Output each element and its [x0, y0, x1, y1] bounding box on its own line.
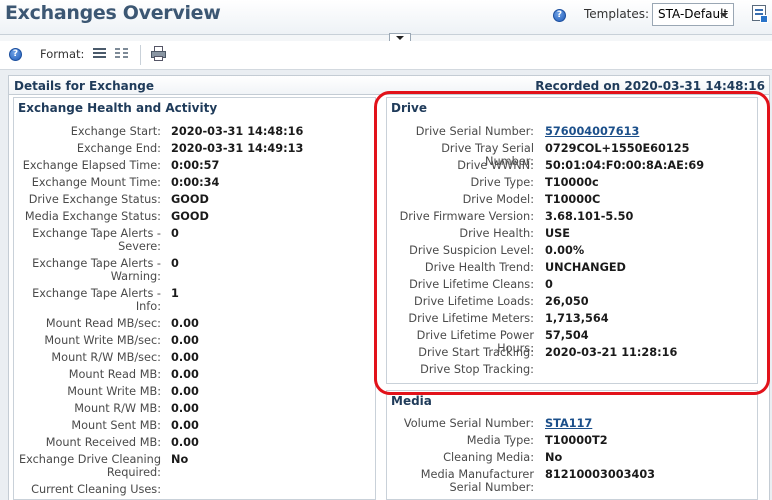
media-field-value: No — [545, 451, 563, 464]
media-field-label: Media Manufacturer Serial Number: — [420, 468, 534, 494]
media-title: Media — [391, 394, 432, 408]
exchange-field-label: Mount Read MB: — [68, 368, 161, 381]
drive-field-label: Drive Model: — [462, 193, 534, 206]
drive-field-value: 0729COL+1550E60125 — [545, 142, 690, 155]
drive-field-value: T10000c — [545, 176, 599, 189]
drive-field-value: USE — [545, 227, 571, 240]
page-header: Exchanges Overview ? Templates: STA-Defa… — [0, 0, 772, 34]
exchange-field-value: 0.00 — [171, 402, 199, 415]
exchange-field-label: Exchange Start: — [70, 125, 161, 138]
drive-field-value[interactable]: 576004007613 — [545, 125, 639, 138]
exchange-field-value: GOOD — [171, 210, 209, 223]
exchange-field-label: Media Exchange Status: — [24, 210, 161, 223]
drive-panel: Drive Drive Serial Number: 576004007613 Dr… — [386, 97, 758, 384]
exchange-field-label: Exchange Tape Alerts - Severe: — [32, 227, 161, 253]
exchange-field-value: 0.00 — [171, 436, 199, 449]
exchange-field-value: 0:00:34 — [171, 176, 220, 189]
exchange-field-value: 1 — [171, 287, 179, 300]
recorded-on-text: Recorded on 2020-03-31 14:48:16 — [535, 79, 765, 93]
drive-title: Drive — [391, 101, 427, 115]
toolbar: ? Format: — [0, 41, 772, 69]
exchange-field-label: Mount Write MB/sec: — [44, 334, 161, 347]
media-field-value[interactable]: STA117 — [545, 417, 592, 430]
exchange-health-panel: Exchange Health and Activity Exchange St… — [13, 97, 376, 500]
exchange-field-value: No — [171, 453, 189, 466]
exchange-field-label: Exchange End: — [76, 142, 161, 155]
exchange-field-label: Mount Received MB: — [45, 436, 161, 449]
drive-field-label: Drive Suspicion Level: — [409, 244, 534, 257]
drive-field-value: T10000C — [545, 193, 601, 206]
exchange-field-value: 2020-03-31 14:48:16 — [171, 125, 304, 138]
drive-field-value: 1,713,564 — [545, 312, 609, 325]
drive-field-label: Drive Start Tracking: — [418, 346, 534, 359]
drive-field-label: Drive Lifetime Cleans: — [409, 278, 534, 291]
drive-field-label: Drive Lifetime Meters: — [408, 312, 534, 325]
exchange-field-value: 0:00:57 — [171, 159, 220, 172]
exchange-field-label: Exchange Drive Cleaning Required: — [18, 453, 161, 479]
panel-splitter — [0, 33, 772, 42]
drive-field-label: Drive Lifetime Loads: — [414, 295, 534, 308]
drive-field-label: Drive Type: — [470, 176, 534, 189]
drive-field-label: Drive Firmware Version: — [399, 210, 534, 223]
drive-field-label: Drive Health: — [459, 227, 534, 240]
exchange-health-title: Exchange Health and Activity — [18, 101, 218, 115]
media-field-label: Media Type: — [466, 434, 534, 447]
exchange-details-header: Details for Exchange Recorded on 2020-03… — [9, 76, 769, 95]
exchange-field-value: 0.00 — [171, 419, 199, 432]
print-icon[interactable] — [151, 46, 166, 61]
exchange-field-label: Current Cleaning Uses: — [31, 483, 161, 496]
save-template-icon[interactable] — [752, 5, 768, 23]
drive-field-value: 57,504 — [545, 329, 589, 342]
templates-select-value: STA-Default — [658, 7, 729, 21]
exchange-field-value: 2020-03-31 14:49:13 — [171, 142, 304, 155]
drive-field-label: Drive Serial Number: — [415, 125, 534, 138]
format-help-icon[interactable]: ? — [9, 48, 22, 61]
page-title: Exchanges Overview — [5, 2, 221, 24]
exchange-field-value: 0.00 — [171, 317, 199, 330]
exchange-field-label: Mount R/W MB: — [74, 402, 161, 415]
toolbar-divider — [140, 45, 141, 65]
drive-field-value: 2020-03-21 11:28:16 — [545, 346, 678, 359]
drive-field-label: Drive Health Trend: — [424, 261, 534, 274]
exchange-field-value: 0 — [171, 257, 179, 270]
media-field-label: Volume Serial Number: — [403, 417, 534, 430]
exchange-field-value: 0 — [171, 227, 179, 240]
chevron-down-icon — [720, 13, 728, 17]
two-column-format-icon[interactable] — [115, 48, 128, 59]
exchange-details-title: Details for Exchange — [14, 79, 155, 93]
drive-field-value: 26,050 — [545, 295, 589, 308]
exchange-field-label: Mount R/W MB/sec: — [51, 351, 161, 364]
exchange-field-label: Mount Write MB: — [67, 385, 161, 398]
exchange-field-value: 0.00 — [171, 351, 199, 364]
media-field-value: T10000T2 — [545, 434, 608, 447]
exchange-field-label: Exchange Tape Alerts - Warning: — [32, 257, 161, 283]
drive-field-value: UNCHANGED — [545, 261, 626, 274]
drive-field-label: Drive Stop Tracking: — [420, 363, 534, 376]
templates-label: Templates: — [584, 7, 650, 21]
drive-field-value: 50:01:04:F0:00:8A:AE:69 — [545, 159, 705, 172]
exchange-field-value: 0.00 — [171, 368, 199, 381]
media-field-label: Cleaning Media: — [443, 451, 534, 464]
drive-field-value: 3.68.101-5.50 — [545, 210, 634, 223]
exchange-field-value: GOOD — [171, 193, 209, 206]
drive-field-label: Drive WWNN: — [457, 159, 534, 172]
drive-field-value: 0.00% — [545, 244, 585, 257]
exchange-field-label: Exchange Tape Alerts - Info: — [32, 287, 161, 313]
exchange-field-value: 0.00 — [171, 385, 199, 398]
format-label: Format: — [40, 47, 85, 61]
exchange-field-label: Exchange Elapsed Time: — [22, 159, 161, 172]
exchange-field-label: Drive Exchange Status: — [28, 193, 161, 206]
exchange-field-value: 0.00 — [171, 334, 199, 347]
exchange-field-label: Mount Read MB/sec: — [45, 317, 161, 330]
single-column-format-icon[interactable] — [93, 48, 106, 59]
drive-field-value: 0 — [545, 278, 553, 291]
media-field-value: 81210003003403 — [545, 468, 656, 481]
exchange-field-label: Exchange Mount Time: — [31, 176, 161, 189]
media-panel: Media Volume Serial Number: STA117 Media T… — [386, 390, 758, 500]
templates-select[interactable]: STA-Default — [652, 3, 734, 26]
help-icon[interactable]: ? — [553, 9, 566, 22]
exchange-field-label: Mount Sent MB: — [71, 419, 161, 432]
